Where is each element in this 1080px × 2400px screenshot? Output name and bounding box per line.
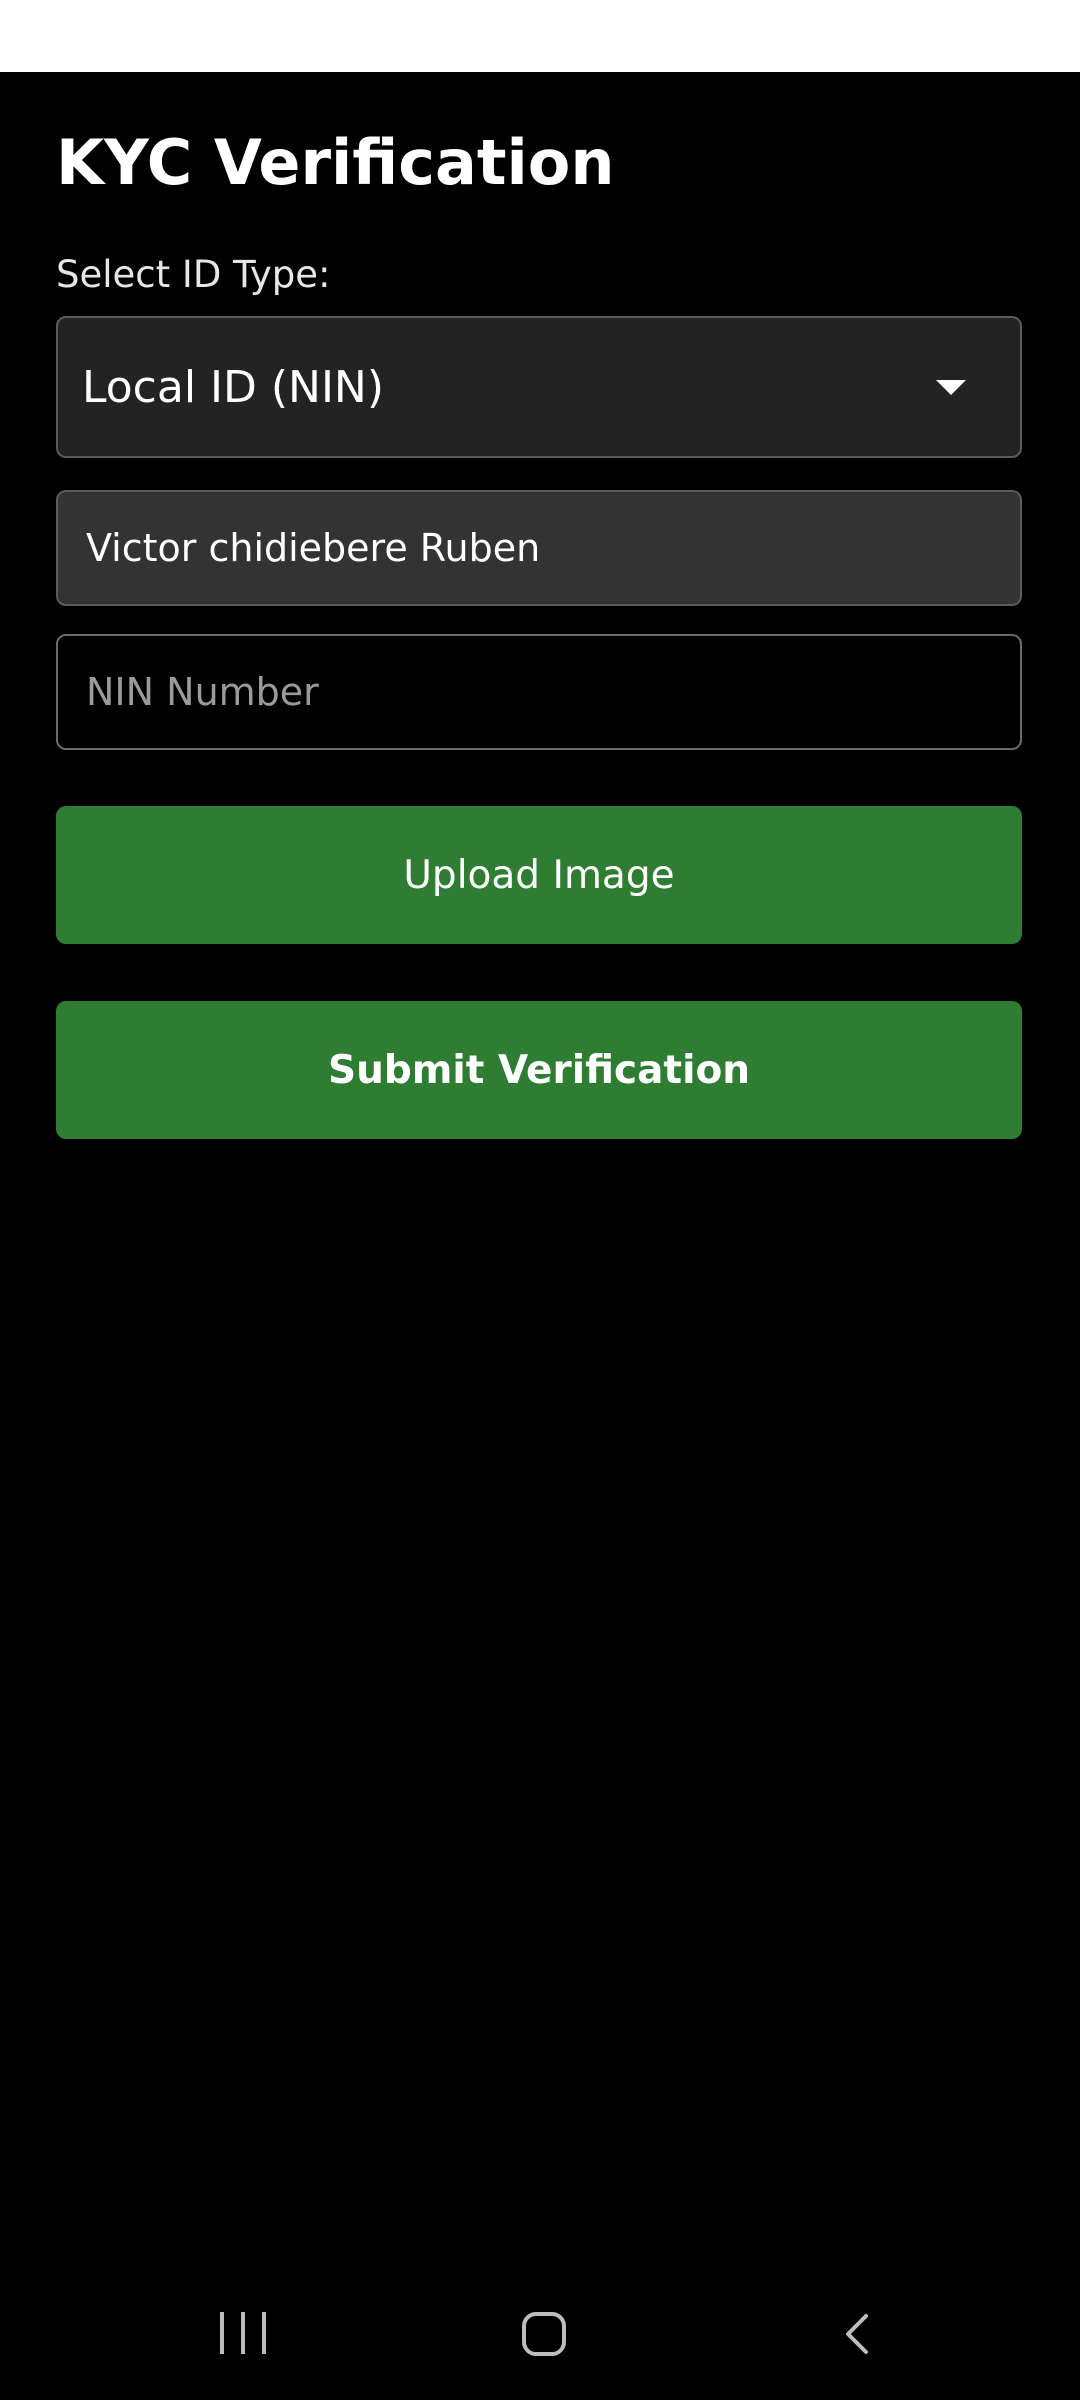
submit-verification-button[interactable]: Submit Verification bbox=[56, 1001, 1022, 1139]
id-type-label: Select ID Type: bbox=[56, 253, 331, 296]
home-icon[interactable] bbox=[522, 2312, 566, 2356]
back-icon[interactable] bbox=[834, 2310, 882, 2358]
upload-image-button[interactable]: Upload Image bbox=[56, 806, 1022, 944]
kyc-screen: KYC Verification Select ID Type: Local I… bbox=[0, 72, 1080, 2400]
system-navigation-bar bbox=[0, 2270, 1080, 2400]
recents-icon[interactable] bbox=[220, 2312, 266, 2358]
id-type-selected-value: Local ID (NIN) bbox=[82, 361, 385, 413]
nin-number-input[interactable] bbox=[56, 634, 1022, 750]
caret-down-icon bbox=[936, 379, 966, 395]
page-title: KYC Verification bbox=[56, 126, 615, 199]
id-type-dropdown[interactable]: Local ID (NIN) bbox=[56, 316, 1022, 458]
status-bar bbox=[0, 0, 1080, 72]
full-name-field[interactable]: Victor chidiebere Ruben bbox=[56, 490, 1022, 606]
